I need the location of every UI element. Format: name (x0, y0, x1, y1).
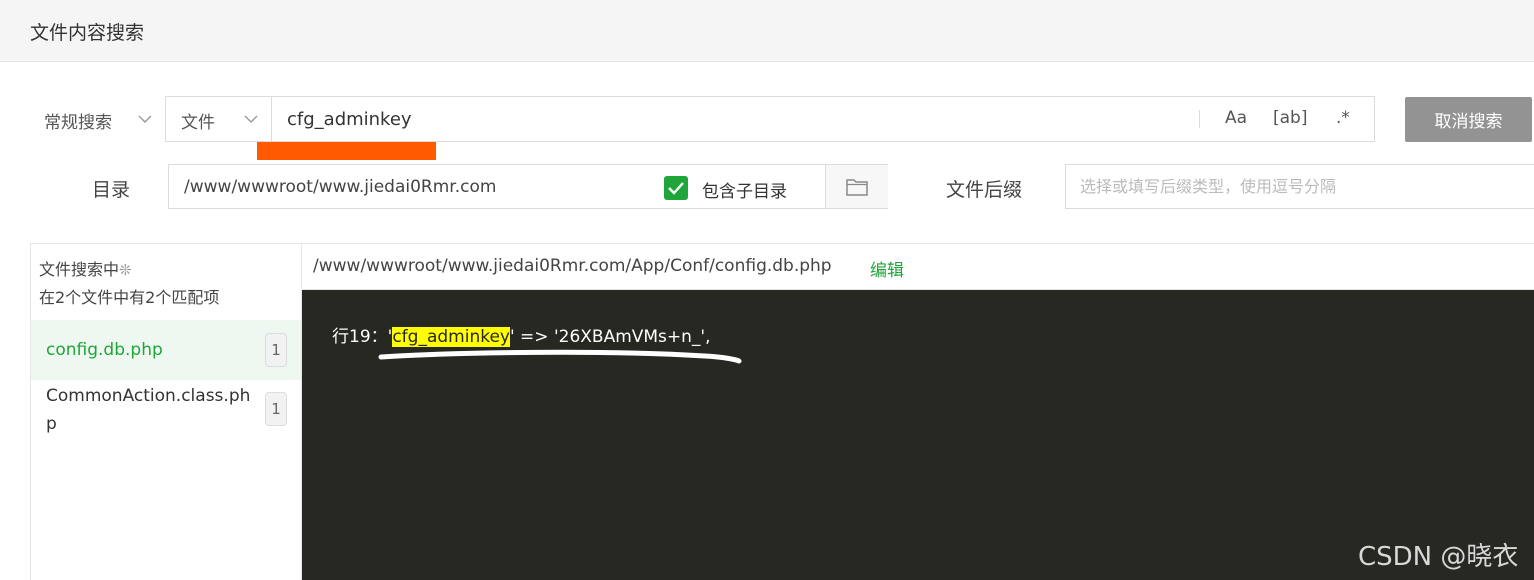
include-subdir-label: 包含子目录 (702, 182, 787, 202)
search-mode-select[interactable]: 常规搜索 (30, 97, 165, 141)
directory-input[interactable] (169, 165, 649, 208)
search-scope-select[interactable]: 文件 (166, 97, 272, 141)
search-input[interactable] (273, 97, 1198, 141)
search-mode-label: 常规搜索 (44, 113, 112, 133)
annotation-scribble (378, 349, 742, 364)
cancel-search-button[interactable]: 取消搜索 (1405, 97, 1532, 142)
file-name: CommonAction.class.php (46, 386, 251, 434)
file-item-common-action[interactable]: CommonAction.class.php 1 (31, 380, 301, 448)
match-highlight: cfg_adminkey (392, 327, 510, 347)
file-name: config.db.php (46, 340, 163, 360)
directory-box: 包含子目录 (168, 164, 888, 209)
window-title: 文件内容搜索 (30, 22, 145, 44)
file-path: /www/wwwroot/www.jiedai0Rmr.com/App/Conf… (313, 256, 832, 276)
directory-label: 目录 (92, 179, 131, 201)
edit-link[interactable]: 编辑 (870, 256, 904, 281)
file-preview-panel: /www/wwwroot/www.jiedai0Rmr.com/App/Conf… (302, 244, 1534, 580)
search-box: 文件 Aa [ab] .* (165, 96, 1375, 142)
file-item-config-db[interactable]: config.db.php 1 (31, 320, 301, 380)
annotation-underline (257, 142, 436, 160)
whole-word-toggle[interactable]: [ab] (1273, 108, 1307, 128)
chevron-down-icon (137, 111, 153, 127)
line-after: ' => '26XBAmVMs+n_', (509, 327, 711, 347)
include-subdir-checkbox[interactable] (664, 176, 688, 200)
search-scope-label: 文件 (181, 113, 215, 133)
chevron-down-icon (243, 111, 259, 127)
match-summary: 在2个文件中有2个匹配项 (39, 288, 220, 307)
match-line[interactable]: 行19：'cfg_adminkey' => '26XBAmVMs+n_', (332, 322, 711, 347)
title-bar: 文件内容搜索 (0, 0, 1534, 62)
watermark: CSDN @晓衣 (1358, 542, 1519, 572)
browse-folder-button[interactable] (825, 165, 888, 208)
code-preview: 行19：'cfg_adminkey' => '26XBAmVMs+n_', (302, 290, 1534, 580)
spinner-icon: ❊ (119, 261, 132, 279)
suffix-label: 文件后缀 (946, 179, 1023, 201)
match-count-badge: 1 (265, 333, 287, 367)
file-path-bar: /www/wwwroot/www.jiedai0Rmr.com/App/Conf… (302, 244, 1534, 290)
match-count-badge: 1 (265, 392, 287, 426)
regex-toggle[interactable]: .* (1336, 108, 1350, 128)
suffix-input[interactable] (1065, 164, 1534, 209)
status-text: 文件搜索中 (39, 260, 120, 279)
line-number: 行19： (332, 327, 388, 347)
checkmark-icon (668, 182, 684, 195)
options-divider (1199, 110, 1200, 128)
file-list-panel: 文件搜索中❊ 在2个文件中有2个匹配项 config.db.php 1 Comm… (31, 244, 302, 580)
folder-icon (846, 179, 868, 196)
search-status: 文件搜索中❊ 在2个文件中有2个匹配项 (39, 256, 219, 311)
results-panel: 文件搜索中❊ 在2个文件中有2个匹配项 config.db.php 1 Comm… (30, 243, 1534, 580)
match-case-toggle[interactable]: Aa (1225, 108, 1247, 128)
